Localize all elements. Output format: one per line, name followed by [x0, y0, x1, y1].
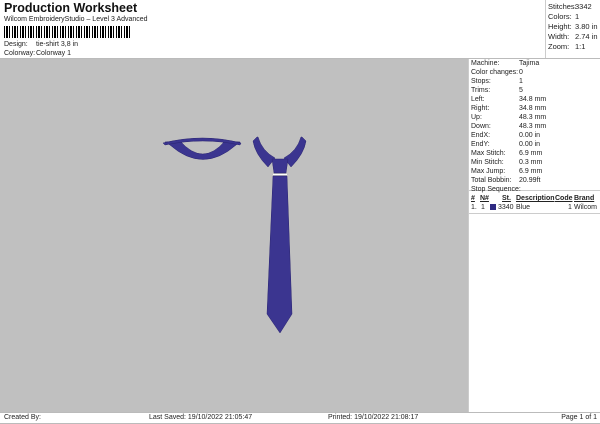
- created-by: Created By:: [4, 414, 41, 421]
- embroidery-design: [162, 136, 307, 334]
- design-label: Design:: [4, 41, 28, 48]
- detail-value: 0.3 mm: [519, 159, 543, 166]
- detail-value: Tajima: [519, 60, 540, 67]
- tie-knot: [271, 158, 289, 174]
- divider: [469, 213, 600, 214]
- detail-row: Down: 48.3 mm: [471, 123, 546, 130]
- detail-label: Trims:: [471, 87, 491, 94]
- detail-row: Total Bobbin: 20.99ft: [471, 177, 540, 184]
- detail-row: Right: 34.8 mm: [471, 105, 546, 112]
- detail-label: Right:: [471, 105, 490, 112]
- detail-row: Stops: 1: [471, 78, 523, 85]
- detail-value: 48.3 mm: [519, 123, 547, 130]
- col-num: #: [471, 195, 475, 202]
- page-title: Production Worksheet: [4, 1, 138, 15]
- detail-value: 0: [519, 69, 523, 76]
- detail-value: 48.3 mm: [519, 114, 547, 121]
- tie-collar-left: [252, 136, 276, 168]
- shirt-collar: [164, 140, 241, 160]
- detail-row: Max Stitch: 6.9 mm: [471, 150, 542, 157]
- stat-zoom: Zoom: 1:1: [548, 42, 586, 51]
- colorway-label: Colorway:: [4, 50, 36, 57]
- stat-stitches: Stitches: 3342: [548, 2, 592, 11]
- col-st: St.: [502, 195, 511, 202]
- detail-row: EndX: 0.00 in: [471, 132, 540, 139]
- page-number: Page 1 of 1: [561, 414, 597, 421]
- detail-row: Left: 34.8 mm: [471, 96, 546, 103]
- detail-value: 5: [519, 87, 523, 94]
- detail-label: Color changes:: [471, 69, 519, 76]
- row-code: 1: [568, 204, 572, 211]
- stop-sequence-title: Stop Sequence:: [471, 186, 521, 193]
- detail-row: Max Jump: 6.9 mm: [471, 168, 542, 175]
- row-n: 1: [481, 204, 485, 211]
- detail-row: Min Stitch: 0.3 mm: [471, 159, 542, 166]
- stat-colors: Colors: 1: [548, 12, 580, 21]
- detail-label: Max Stitch:: [471, 150, 506, 157]
- detail-label: Up:: [471, 114, 482, 121]
- detail-label: Min Stitch:: [471, 159, 504, 166]
- design-preview: [0, 59, 468, 412]
- detail-value: 20.99ft: [519, 177, 541, 184]
- detail-row: EndY: 0.00 in: [471, 141, 540, 148]
- detail-label: Total Bobbin:: [471, 177, 512, 184]
- detail-row: Up: 48.3 mm: [471, 114, 546, 121]
- detail-row: Trims: 5: [471, 87, 523, 94]
- detail-label: Left:: [471, 96, 485, 103]
- col-code: Code: [555, 195, 573, 202]
- printed-date: Printed: 19/10/2022 21:08:17: [328, 414, 419, 421]
- worksheet-header: Production Worksheet Wilcom EmbroiderySt…: [0, 0, 600, 59]
- footer: Created By: Last Saved: 19/10/2022 21:05…: [0, 412, 600, 424]
- detail-label: Down:: [471, 123, 491, 130]
- detail-value: 6.9 mm: [519, 168, 543, 175]
- detail-value: 34.8 mm: [519, 105, 547, 112]
- tie-blade: [266, 175, 293, 334]
- row-brand: Wilcom: [574, 204, 597, 211]
- detail-label: EndX:: [471, 132, 491, 139]
- row-st: 3340: [498, 204, 514, 211]
- details-panel: Machine: Tajima Color changes: 0 Stops: 1 Trim…: [468, 59, 600, 412]
- detail-value: 0.00 in: [519, 132, 541, 139]
- row-description: Blue: [516, 204, 531, 211]
- detail-row: Machine: Tajima: [471, 60, 539, 67]
- stat-width: Width: 2.74 in: [548, 32, 598, 41]
- barcode: [4, 26, 130, 38]
- col-n: N#: [480, 195, 489, 202]
- detail-label: EndY:: [471, 141, 490, 148]
- col-brand: Brand: [574, 195, 595, 202]
- software-name: Wilcom EmbroideryStudio – Level 3 Advanc…: [4, 16, 148, 23]
- row-num: 1.: [471, 204, 477, 211]
- detail-label: Max Jump:: [471, 168, 506, 175]
- last-saved: Last Saved: 19/10/2022 21:05:47: [149, 414, 253, 421]
- detail-row: Color changes: 0: [471, 69, 523, 76]
- detail-value: 1: [519, 78, 523, 85]
- detail-label: Stops:: [471, 78, 491, 85]
- detail-value: 6.9 mm: [519, 150, 543, 157]
- color-swatch: [490, 204, 496, 210]
- design-value: tie-shirt 3,8 in: [36, 41, 79, 48]
- colorway-value: Colorway 1: [36, 50, 72, 57]
- detail-label: Machine:: [471, 60, 500, 67]
- stat-height: Height: 3.80 in: [548, 22, 598, 31]
- detail-value: 34.8 mm: [519, 96, 547, 103]
- col-description: Description: [516, 195, 555, 202]
- detail-value: 0.00 in: [519, 141, 541, 148]
